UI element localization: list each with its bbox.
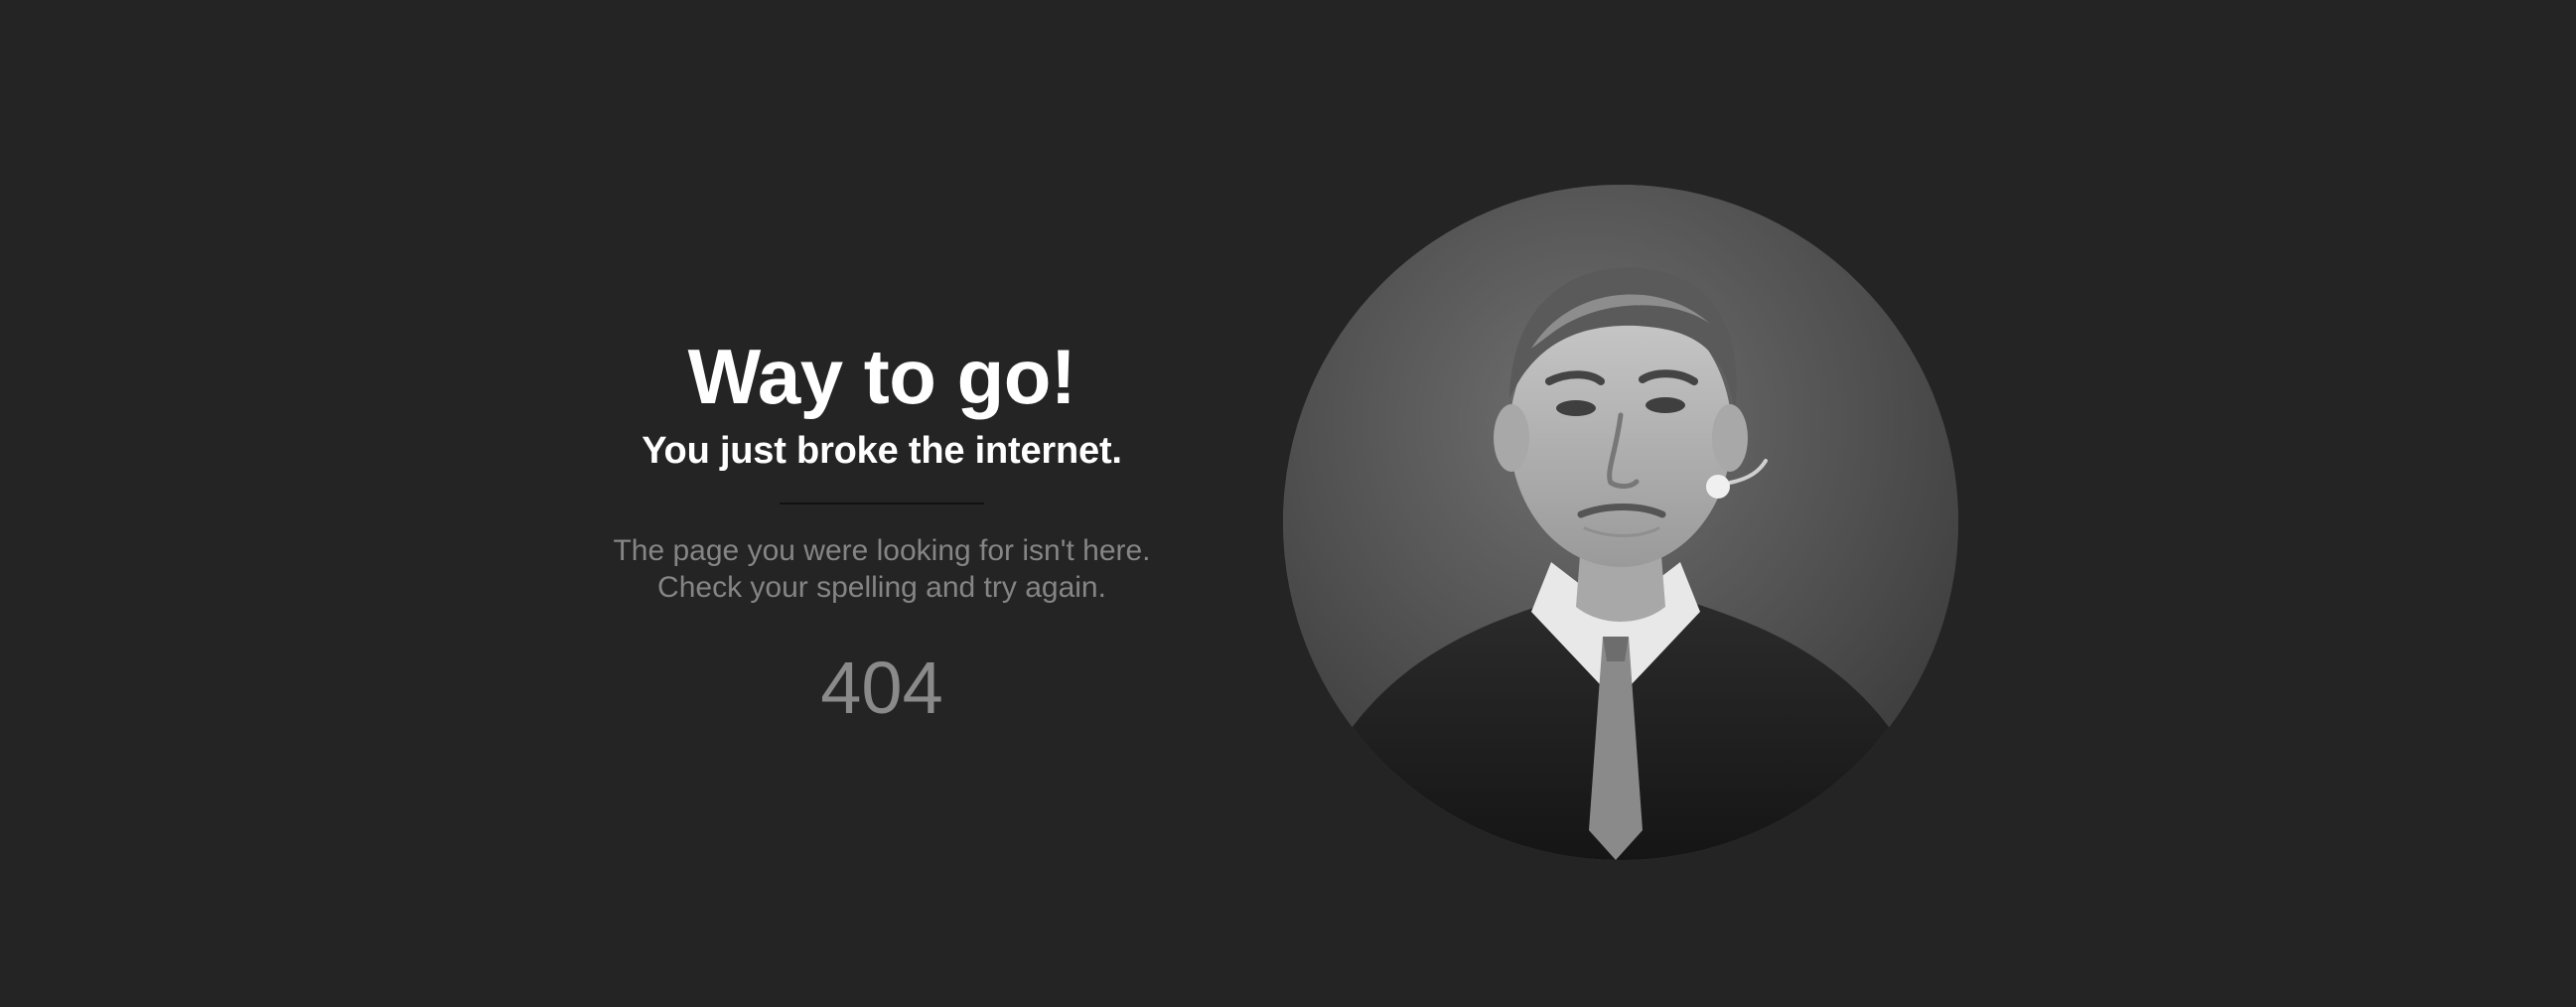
portrait-photo [1283, 185, 1958, 860]
headline: Way to go! [687, 333, 1076, 420]
error-code: 404 [820, 646, 943, 729]
portrait-illustration [1283, 185, 1958, 860]
subheadline: You just broke the internet. [642, 430, 1122, 472]
error-message: The page you were looking for isn't here… [584, 532, 1180, 606]
message-line-1: The page you were looking for isn't here… [613, 533, 1151, 567]
divider [780, 502, 984, 504]
error-page: Way to go! You just broke the internet. … [0, 0, 2576, 1007]
error-message-block: Way to go! You just broke the internet. … [584, 328, 1180, 725]
message-line-2: Check your spelling and try again. [657, 570, 1106, 604]
